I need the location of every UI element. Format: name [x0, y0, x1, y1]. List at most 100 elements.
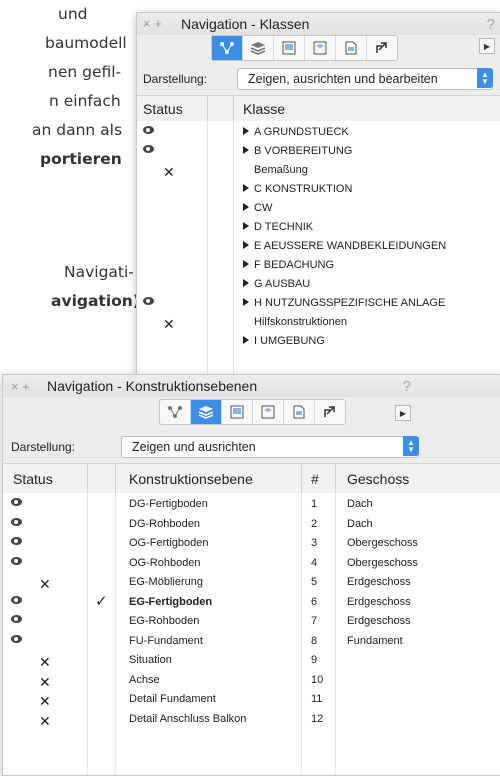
col-konstruktionsebene[interactable]: Konstruktionsebene: [129, 471, 253, 487]
hidden-x-icon[interactable]: ✕: [39, 713, 51, 730]
klasse-name: I UMGEBUNG: [243, 335, 325, 347]
eye-icon[interactable]: [143, 297, 154, 305]
sheet-icon[interactable]: [274, 36, 305, 60]
eye-icon[interactable]: [11, 498, 22, 506]
table-row[interactable]: ✕ Detail Anschluss Balkon 12: [3, 711, 500, 730]
eye-icon[interactable]: [11, 595, 22, 604]
list-item[interactable]: A GRUNDSTUECK: [137, 124, 500, 143]
chevron-updown-icon: ▲ ▼: [403, 436, 419, 456]
klasse-name: H NUTZUNGSSPEZIFISCHE ANLAGE: [243, 297, 445, 309]
hidden-x-icon[interactable]: ✕: [39, 693, 51, 710]
col-status[interactable]: Status: [143, 101, 183, 117]
geschoss-name: Erdgeschoss: [347, 595, 411, 608]
table-row[interactable]: ✓ EG-Fertigboden 6 Erdgeschoss: [3, 592, 500, 613]
list-item[interactable]: ✕ Hilfskonstruktionen: [137, 314, 500, 333]
hidden-x-icon[interactable]: ✕: [39, 674, 51, 691]
viewport-icon[interactable]: [253, 400, 284, 424]
layers-icon[interactable]: [243, 36, 274, 60]
display-select[interactable]: Zeigen und ausrichten ▲ ▼: [121, 436, 419, 458]
bg-line: portieren: [40, 150, 122, 168]
display-label: Darstellung:: [143, 72, 208, 86]
hidden-x-icon[interactable]: ✕: [163, 164, 175, 181]
eye-icon[interactable]: [11, 537, 22, 545]
table-row[interactable]: FU-Fundament 8 Fundament: [3, 633, 500, 652]
table-row[interactable]: ✕ Achse 10: [3, 672, 500, 691]
col-status[interactable]: Status: [13, 471, 53, 487]
layers-icon[interactable]: [191, 400, 222, 424]
list-item[interactable]: I UMGEBUNG: [137, 333, 500, 352]
list-item[interactable]: F BEDACHUNG: [137, 257, 500, 276]
eye-icon[interactable]: [11, 634, 22, 643]
panel-menu-button[interactable]: ▶: [479, 38, 495, 54]
eye-icon[interactable]: [11, 615, 22, 623]
disclosure-triangle-icon[interactable]: [243, 298, 249, 306]
ebene-name: DG-Fertigboden: [129, 498, 208, 510]
klasse-name: CW: [243, 202, 272, 214]
disclosure-triangle-icon[interactable]: [243, 127, 249, 135]
hidden-x-icon[interactable]: ✕: [163, 316, 175, 333]
eye-icon[interactable]: [11, 517, 22, 526]
col-klasse[interactable]: Klasse: [243, 101, 285, 117]
list-item[interactable]: G AUSBAU: [137, 276, 500, 295]
disclosure-triangle-icon[interactable]: [243, 336, 249, 344]
list-item[interactable]: ✕ Bemaßung: [137, 162, 500, 181]
table-row[interactable]: ✕ EG-Möblierung 5 Erdgeschoss: [3, 574, 500, 593]
list-item[interactable]: E AEUSSERE WANDBEKLEIDUNGEN: [137, 238, 500, 257]
disclosure-triangle-icon[interactable]: [243, 241, 249, 249]
sheet-icon[interactable]: [222, 400, 253, 424]
ebene-number: 9: [311, 654, 318, 666]
ebene-name: EG-Rohboden: [129, 615, 200, 627]
document-icon[interactable]: [284, 400, 315, 424]
list-item[interactable]: C KONSTRUKTION: [137, 181, 500, 200]
klasse-name: B VORBEREITUNG: [243, 145, 352, 157]
display-select[interactable]: Zeigen, ausrichten und bearbeiten ▲ ▼: [237, 68, 493, 90]
col-geschoss[interactable]: Geschoss: [347, 471, 409, 487]
disclosure-triangle-icon[interactable]: [243, 184, 249, 192]
col-number[interactable]: #: [311, 471, 319, 487]
panel-menu-button[interactable]: ▶: [395, 405, 411, 421]
toolbar: ▶: [137, 35, 500, 63]
viewport-icon[interactable]: [305, 36, 336, 60]
navigation-konstruktionsebenen-panel: × + Navigation - Konstruktionsebenen ? ▶…: [2, 374, 500, 776]
list-item[interactable]: CW: [137, 200, 500, 219]
table-row[interactable]: DG-Rohboden 2 Dach: [3, 516, 500, 535]
window-controls[interactable]: × +: [143, 16, 162, 31]
hidden-x-icon[interactable]: ✕: [39, 654, 51, 671]
table-row[interactable]: OG-Rohboden 4 Obergeschoss: [3, 555, 500, 574]
klasse-name: D TECHNIK: [243, 221, 313, 233]
checkmark-icon[interactable]: ✓: [95, 592, 108, 610]
list-item[interactable]: H NUTZUNGSSPEZIFISCHE ANLAGE: [137, 295, 500, 314]
help-icon[interactable]: ?: [403, 378, 411, 395]
eye-icon[interactable]: [11, 556, 22, 565]
help-icon[interactable]: ?: [487, 16, 495, 33]
disclosure-triangle-icon[interactable]: [243, 279, 249, 287]
network-icon[interactable]: [212, 36, 243, 60]
network-icon[interactable]: [160, 400, 191, 424]
ebene-number: 10: [311, 673, 324, 686]
table-row[interactable]: DG-Fertigboden 1 Dach: [3, 496, 500, 515]
disclosure-triangle-icon[interactable]: [243, 203, 249, 211]
eye-icon[interactable]: [143, 145, 154, 153]
hidden-x-icon[interactable]: ✕: [39, 576, 51, 593]
table-row[interactable]: ✕ Detail Fundament 11: [3, 691, 500, 710]
table-header: Status Klasse: [137, 95, 500, 123]
document-icon[interactable]: [336, 36, 367, 60]
list-item[interactable]: D TECHNIK: [137, 219, 500, 238]
klasse-name: G AUSBAU: [243, 278, 310, 290]
export-icon[interactable]: [315, 400, 345, 424]
bg-line: Navigati-: [64, 263, 134, 281]
ebene-number: 5: [311, 576, 318, 588]
klasse-name: A GRUNDSTUECK: [243, 126, 349, 138]
disclosure-triangle-icon[interactable]: [243, 260, 249, 268]
disclosure-triangle-icon[interactable]: [243, 146, 249, 154]
table-row[interactable]: OG-Fertigboden 3 Obergeschoss: [3, 535, 500, 554]
export-icon[interactable]: [367, 36, 397, 60]
list-item[interactable]: B VORBEREITUNG: [137, 143, 500, 162]
table-row[interactable]: EG-Rohboden 7 Erdgeschoss: [3, 613, 500, 632]
eye-icon[interactable]: [143, 126, 154, 134]
ebene-number: 11: [311, 693, 323, 705]
table-row[interactable]: ✕ Situation 9: [3, 652, 500, 671]
window-controls[interactable]: × +: [11, 379, 30, 394]
geschoss-name: Erdgeschoss: [347, 576, 411, 588]
disclosure-triangle-icon[interactable]: [243, 222, 249, 230]
